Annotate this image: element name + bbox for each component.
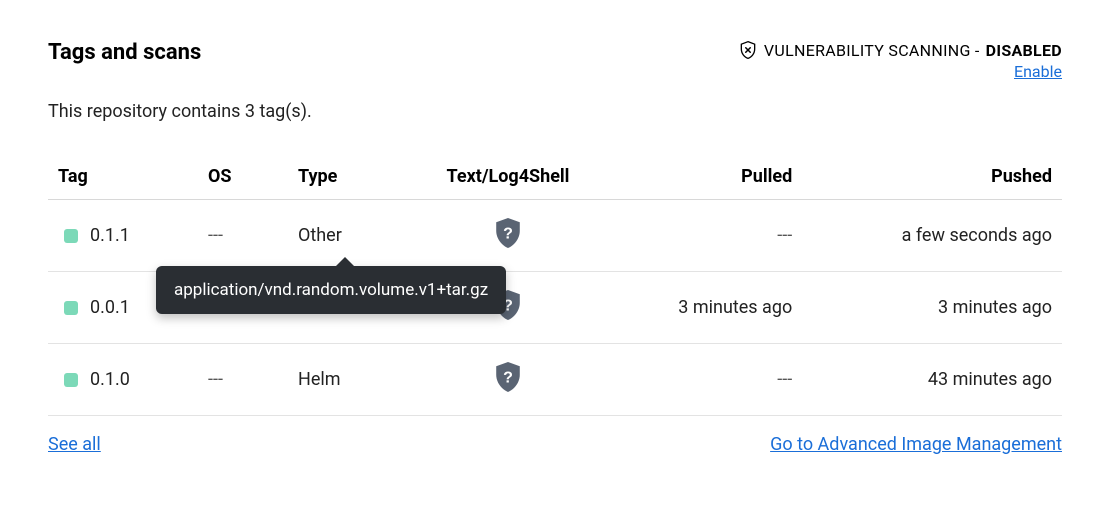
shield-question-icon: ? <box>495 362 521 392</box>
col-header-os[interactable]: OS <box>198 154 288 200</box>
table-header-row: Tag OS Type Text/Log4Shell Pulled Pushed <box>48 154 1062 200</box>
type-tooltip: application/vnd.random.volume.v1+tar.gz <box>156 266 506 314</box>
table-row[interactable]: 0.1.1 --- Other ? --- a few seconds ago <box>48 200 1062 272</box>
cell-pushed: 43 minutes ago <box>802 344 1062 416</box>
enable-scanning-link[interactable]: Enable <box>1014 62 1062 81</box>
scan-status-box: VULNERABILITY SCANNING - DISABLED Enable <box>738 40 1062 81</box>
tags-table: Tag OS Type Text/Log4Shell Pulled Pushed… <box>48 154 1062 416</box>
cell-type: Helm <box>288 344 418 416</box>
table-row[interactable]: 0.0.1 application/vnd.random.volume.v1+t… <box>48 272 1062 344</box>
tag-color-swatch <box>64 373 78 387</box>
scan-status-label: VULNERABILITY SCANNING - <box>764 41 980 60</box>
col-header-scan[interactable]: Text/Log4Shell <box>418 154 598 200</box>
scan-status-state: DISABLED <box>986 41 1062 60</box>
cell-pulled: 3 minutes ago <box>598 272 802 344</box>
svg-text:?: ? <box>503 368 513 386</box>
cell-os: --- <box>198 200 288 272</box>
cell-scan: ? <box>418 344 598 416</box>
col-header-pulled[interactable]: Pulled <box>598 154 802 200</box>
cell-pulled: --- <box>598 200 802 272</box>
see-all-link[interactable]: See all <box>48 434 101 455</box>
tag-name: 0.1.0 <box>90 369 130 390</box>
shield-question-icon: ? <box>495 218 521 248</box>
cell-os: --- <box>198 344 288 416</box>
cell-scan: ? <box>418 200 598 272</box>
page-title: Tags and scans <box>48 40 201 65</box>
advanced-image-mgmt-link[interactable]: Go to Advanced Image Management <box>770 434 1062 455</box>
repo-tag-count: This repository contains 3 tag(s). <box>48 101 1062 122</box>
col-header-tag[interactable]: Tag <box>48 154 198 200</box>
col-header-pushed[interactable]: Pushed <box>802 154 1062 200</box>
tag-name: 0.1.1 <box>90 225 130 246</box>
tag-name: 0.0.1 <box>90 297 130 318</box>
shield-x-icon <box>738 40 758 60</box>
svg-text:?: ? <box>503 224 513 242</box>
cell-pushed: a few seconds ago <box>802 200 1062 272</box>
tag-color-swatch <box>64 301 78 315</box>
table-row[interactable]: 0.1.0 --- Helm ? --- 43 minutes ago <box>48 344 1062 416</box>
cell-pulled: --- <box>598 344 802 416</box>
col-header-type[interactable]: Type <box>288 154 418 200</box>
cell-pushed: 3 minutes ago <box>802 272 1062 344</box>
scan-status: VULNERABILITY SCANNING - DISABLED <box>738 40 1062 60</box>
tag-color-swatch <box>64 229 78 243</box>
